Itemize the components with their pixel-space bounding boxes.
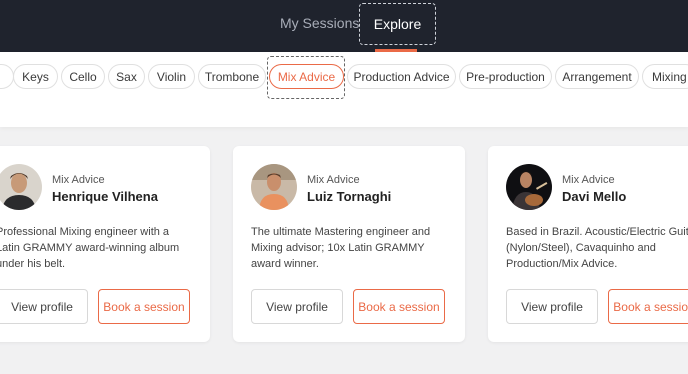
filter-chip-pre-production[interactable]: Pre-production — [459, 64, 552, 89]
filter-chip-partial[interactable]: e — [0, 64, 14, 89]
category-filter-bar: e Keys Cello Sax Violin Trombone Mix Adv… — [0, 52, 688, 127]
filter-chip-trombone[interactable]: Trombone — [198, 64, 266, 89]
filter-chip-mixing[interactable]: Mixing — [642, 64, 688, 89]
mentor-card: Mix Advice Luiz Tornaghi The ultimate Ma… — [233, 146, 465, 342]
filter-chip-mix-advice[interactable]: Mix Advice — [269, 64, 344, 89]
filter-chip-production-advice[interactable]: Production Advice — [347, 64, 456, 89]
book-session-button[interactable]: Book a session — [98, 289, 190, 324]
top-navigation-bar: My Sessions Explore — [0, 0, 688, 52]
mentor-card: Mix Advice Henrique Vilhena Professional… — [0, 146, 210, 342]
card-name: Henrique Vilhena — [52, 189, 158, 204]
card-description: Based in Brazil. Acoustic/Electric Guita… — [506, 226, 688, 270]
book-session-button[interactable]: Book a session — [353, 289, 445, 324]
card-name: Luiz Tornaghi — [307, 189, 392, 204]
view-profile-button[interactable]: View profile — [506, 289, 598, 324]
filter-chip-arrangement[interactable]: Arrangement — [555, 64, 639, 89]
nav-explore[interactable]: Explore — [359, 3, 436, 45]
mentor-card: Mix Advice Davi Mello Based in Brazil. A… — [488, 146, 688, 342]
filter-chip-violin[interactable]: Violin — [148, 64, 195, 89]
book-session-button[interactable]: Book a session — [608, 289, 688, 324]
nav-my-sessions[interactable]: My Sessions — [280, 15, 359, 31]
filter-chip-cello[interactable]: Cello — [61, 64, 105, 89]
card-description: Professional Mixing engineer with a Lati… — [0, 226, 180, 270]
avatar — [0, 164, 42, 210]
card-category: Mix Advice — [307, 174, 360, 186]
card-category: Mix Advice — [562, 174, 615, 186]
card-category: Mix Advice — [52, 174, 105, 186]
card-description: The ultimate Mastering engineer and Mixi… — [251, 226, 431, 270]
view-profile-button[interactable]: View profile — [0, 289, 88, 324]
card-name: Davi Mello — [562, 189, 627, 204]
avatar — [251, 164, 297, 210]
view-profile-button[interactable]: View profile — [251, 289, 343, 324]
avatar — [506, 164, 552, 210]
filter-chip-sax[interactable]: Sax — [108, 64, 145, 89]
filter-chip-keys[interactable]: Keys — [13, 64, 58, 89]
